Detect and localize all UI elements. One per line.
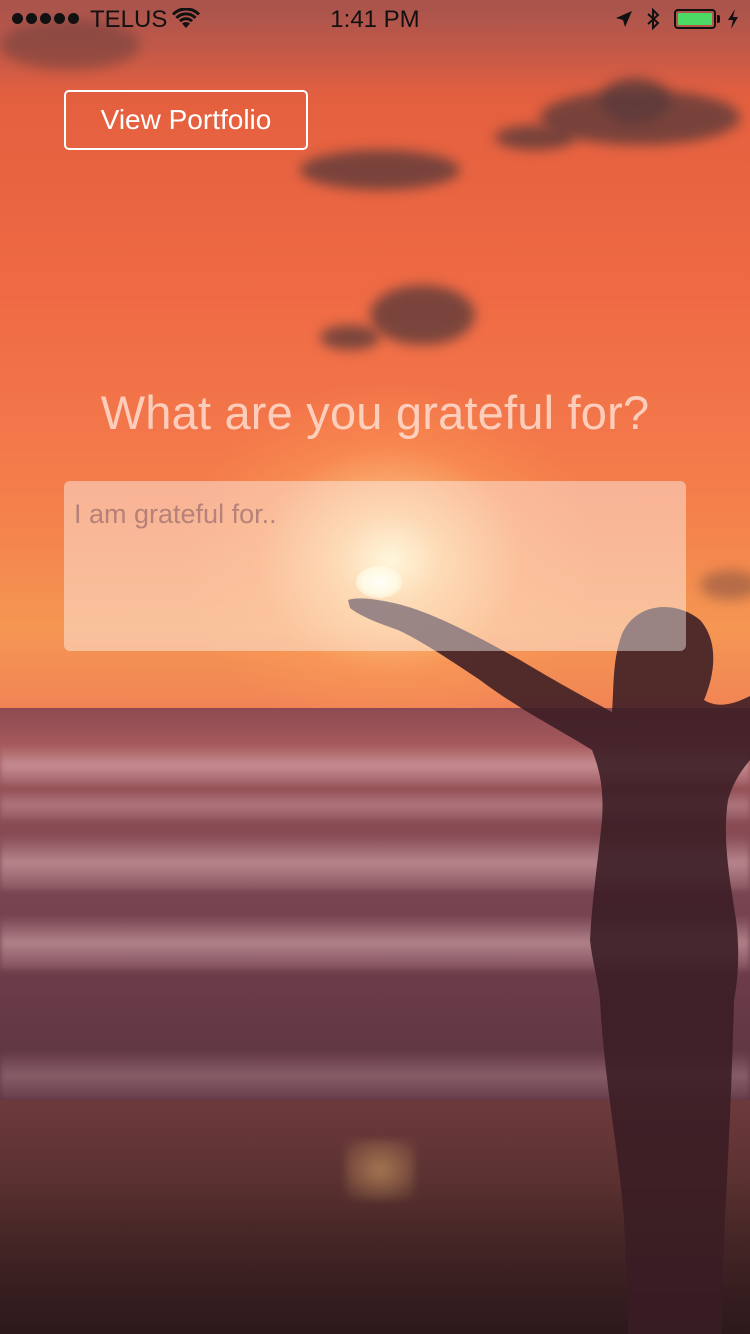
view-portfolio-button[interactable]: View Portfolio (64, 90, 308, 150)
status-time: 1:41 PM (330, 6, 420, 33)
charging-bolt-icon (728, 9, 738, 29)
battery-level (678, 13, 712, 25)
grateful-question: What are you grateful for? (100, 386, 650, 439)
status-bar: TELUS 1:41 PM (0, 0, 750, 40)
app-screen: TELUS 1:41 PM View Portfolio What are yo… (0, 0, 750, 1334)
battery-tip (717, 15, 720, 23)
location-arrow-icon (616, 11, 632, 27)
bluetooth-icon (647, 7, 660, 31)
grateful-answer-input[interactable] (64, 481, 686, 651)
battery-icon (674, 9, 716, 29)
person-silhouette (348, 598, 750, 1334)
